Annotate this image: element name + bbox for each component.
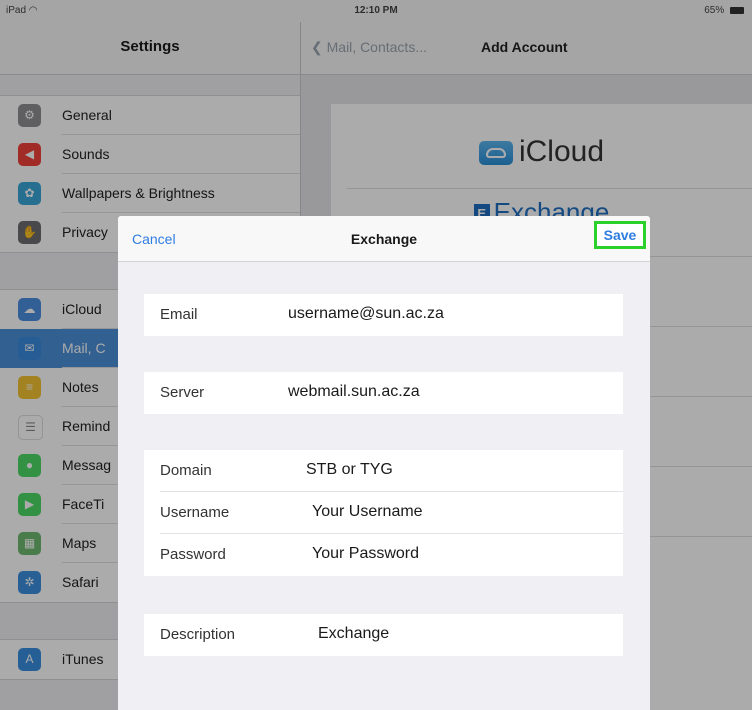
server-label: Server bbox=[160, 384, 205, 401]
save-button[interactable]: Save bbox=[594, 221, 646, 249]
email-row[interactable]: Email username@sun.ac.za bbox=[144, 294, 623, 336]
description-field[interactable]: Exchange bbox=[318, 625, 389, 643]
credentials-group: Domain STB or TYG Username Your Username… bbox=[144, 450, 623, 576]
email-label: Email bbox=[160, 306, 198, 323]
server-field[interactable]: webmail.sun.ac.za bbox=[288, 383, 420, 401]
password-row[interactable]: Password Your Password bbox=[144, 534, 623, 576]
modal-title: Exchange bbox=[350, 231, 418, 247]
password-field[interactable]: Your Password bbox=[312, 545, 419, 563]
description-group: Description Exchange bbox=[144, 614, 623, 656]
username-label: Username bbox=[160, 504, 230, 521]
description-row[interactable]: Description Exchange bbox=[144, 614, 623, 656]
description-label: Description bbox=[160, 626, 236, 643]
domain-row[interactable]: Domain STB or TYG bbox=[144, 450, 623, 492]
email-group: Email username@sun.ac.za bbox=[144, 294, 623, 336]
modal-navbar: Cancel Exchange Save bbox=[118, 216, 650, 262]
domain-field[interactable]: STB or TYG bbox=[306, 461, 393, 479]
username-field[interactable]: Your Username bbox=[312, 503, 423, 521]
server-group: Server webmail.sun.ac.za bbox=[144, 372, 623, 414]
email-field[interactable]: username@sun.ac.za bbox=[288, 305, 444, 323]
domain-label: Domain bbox=[160, 462, 212, 479]
password-label: Password bbox=[160, 546, 226, 563]
exchange-modal: Cancel Exchange Save Email username@sun.… bbox=[118, 216, 650, 710]
server-row[interactable]: Server webmail.sun.ac.za bbox=[144, 372, 623, 414]
username-row[interactable]: Username Your Username bbox=[144, 492, 623, 534]
